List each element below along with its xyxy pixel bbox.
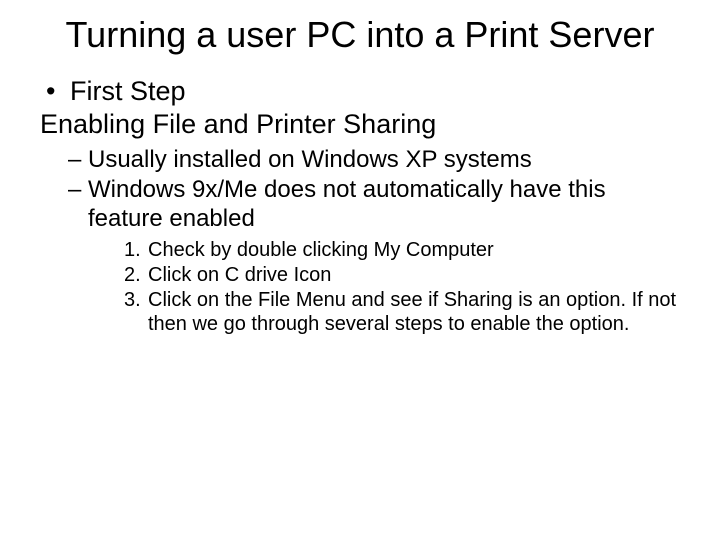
bullet-item-1: • First Step xyxy=(40,75,680,107)
numbered-item: 1. Check by double clicking My Computer xyxy=(124,238,680,262)
number-marker: 1. xyxy=(124,238,148,262)
sub-bullet-item: – Windows 9x/Me does not automatically h… xyxy=(68,176,680,234)
number-marker: 3. xyxy=(124,288,148,312)
dash-marker: – xyxy=(68,176,88,205)
slide-title: Turning a user PC into a Print Server xyxy=(40,14,680,55)
sub-bullet-text: Usually installed on Windows XP systems xyxy=(88,146,532,175)
bullet-marker: • xyxy=(40,75,70,107)
sub-bullet-item: – Usually installed on Windows XP system… xyxy=(68,146,680,175)
numbered-text: Click on C drive Icon xyxy=(148,263,331,287)
numbered-item: 3. Click on the File Menu and see if Sha… xyxy=(124,288,680,336)
sub-bullet-text: Windows 9x/Me does not automatically hav… xyxy=(88,176,680,234)
bullet-text: First Step xyxy=(70,75,186,107)
numbered-list: 1. Check by double clicking My Computer … xyxy=(124,238,680,336)
slide: Turning a user PC into a Print Server • … xyxy=(0,0,720,540)
number-marker: 2. xyxy=(124,263,148,287)
body-line-2: Enabling File and Printer Sharing xyxy=(40,108,680,140)
numbered-text: Check by double clicking My Computer xyxy=(148,238,494,262)
slide-body: • First Step Enabling File and Printer S… xyxy=(40,75,680,335)
dash-marker: – xyxy=(68,146,88,175)
sub-bullet-list: – Usually installed on Windows XP system… xyxy=(68,146,680,335)
numbered-item: 2. Click on C drive Icon xyxy=(124,263,680,287)
numbered-text: Click on the File Menu and see if Sharin… xyxy=(148,288,680,336)
